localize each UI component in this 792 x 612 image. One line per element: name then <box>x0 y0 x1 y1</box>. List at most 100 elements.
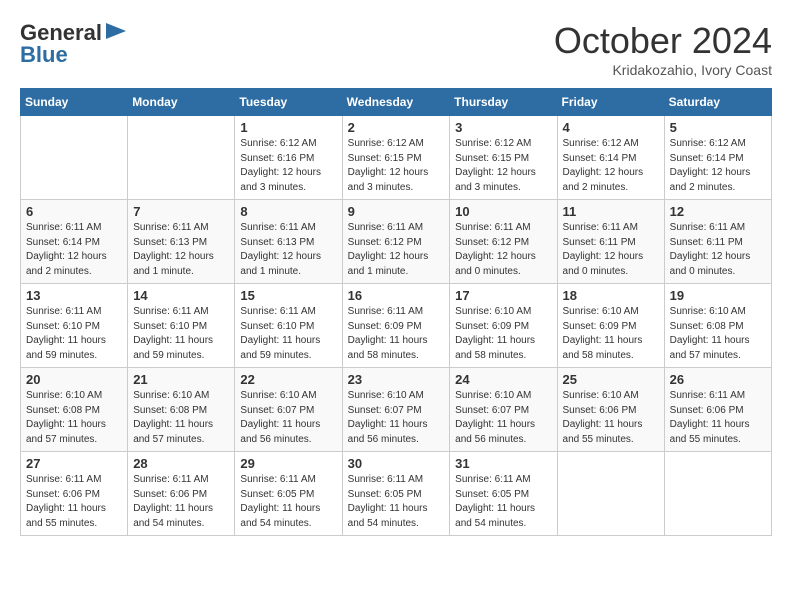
day-number: 1 <box>240 120 336 135</box>
day-info: Sunrise: 6:11 AM Sunset: 6:06 PM Dayligh… <box>670 389 766 447</box>
day-info: Sunrise: 6:10 AM Sunset: 6:08 PM Dayligh… <box>670 305 766 363</box>
day-number: 21 <box>133 372 229 387</box>
calendar-cell: 27 Sunrise: 6:11 AM Sunset: 6:06 PM Dayli… <box>21 452 128 536</box>
day-number: 5 <box>670 120 766 135</box>
day-number: 24 <box>455 372 551 387</box>
calendar-cell: 16 Sunrise: 6:11 AM Sunset: 6:09 PM Dayli… <box>342 284 450 368</box>
day-header-monday: Monday <box>128 89 235 116</box>
day-info: Sunrise: 6:11 AM Sunset: 6:10 PM Dayligh… <box>240 305 336 363</box>
calendar-cell: 8Sunrise: 6:11 AM Sunset: 6:13 PM Daylig… <box>235 200 342 284</box>
day-info: Sunrise: 6:11 AM Sunset: 6:14 PM Dayligh… <box>26 221 122 279</box>
day-info: Sunrise: 6:12 AM Sunset: 6:14 PM Dayligh… <box>563 137 659 195</box>
day-info: Sunrise: 6:11 AM Sunset: 6:06 PM Dayligh… <box>26 473 122 531</box>
location-text: Kridakozahio, Ivory Coast <box>554 62 772 78</box>
day-number: 16 <box>348 288 445 303</box>
day-number: 7 <box>133 204 229 219</box>
calendar-cell: 24 Sunrise: 6:10 AM Sunset: 6:07 PM Dayli… <box>450 368 557 452</box>
day-number: 27 <box>26 456 122 471</box>
day-header-thursday: Thursday <box>450 89 557 116</box>
day-header-sunday: Sunday <box>21 89 128 116</box>
day-info: Sunrise: 6:11 AM Sunset: 6:06 PM Dayligh… <box>133 473 229 531</box>
calendar-cell: 6 Sunrise: 6:11 AM Sunset: 6:14 PM Daylig… <box>21 200 128 284</box>
day-header-friday: Friday <box>557 89 664 116</box>
day-number: 10 <box>455 204 551 219</box>
day-number: 3 <box>455 120 551 135</box>
calendar-cell: 19 Sunrise: 6:10 AM Sunset: 6:08 PM Dayli… <box>664 284 771 368</box>
day-number: 6 <box>26 204 122 219</box>
day-info: Sunrise: 6:10 AM Sunset: 6:09 PM Dayligh… <box>563 305 659 363</box>
calendar-cell <box>128 116 235 200</box>
calendar-cell: 28 Sunrise: 6:11 AM Sunset: 6:06 PM Dayli… <box>128 452 235 536</box>
calendar-header: SundayMondayTuesdayWednesdayThursdayFrid… <box>21 89 772 116</box>
calendar-cell: 5 Sunrise: 6:12 AM Sunset: 6:14 PM Daylig… <box>664 116 771 200</box>
day-header-saturday: Saturday <box>664 89 771 116</box>
week-row-4: 20 Sunrise: 6:10 AM Sunset: 6:08 PM Dayli… <box>21 368 772 452</box>
calendar-cell: 18 Sunrise: 6:10 AM Sunset: 6:09 PM Dayli… <box>557 284 664 368</box>
day-info: Sunrise: 6:12 AM Sunset: 6:14 PM Dayligh… <box>670 137 766 195</box>
day-number: 17 <box>455 288 551 303</box>
day-info: Sunrise: 6:11 AM Sunset: 6:10 PM Dayligh… <box>133 305 229 363</box>
day-number: 28 <box>133 456 229 471</box>
calendar-cell: 29 Sunrise: 6:11 AM Sunset: 6:05 PM Dayli… <box>235 452 342 536</box>
calendar-body: 1Sunrise: 6:12 AM Sunset: 6:16 PM Daylig… <box>21 116 772 536</box>
calendar-cell: 7Sunrise: 6:11 AM Sunset: 6:13 PM Daylig… <box>128 200 235 284</box>
day-info: Sunrise: 6:11 AM Sunset: 6:05 PM Dayligh… <box>240 473 336 531</box>
calendar-cell: 13 Sunrise: 6:11 AM Sunset: 6:10 PM Dayli… <box>21 284 128 368</box>
day-number: 29 <box>240 456 336 471</box>
day-info: Sunrise: 6:11 AM Sunset: 6:10 PM Dayligh… <box>26 305 122 363</box>
calendar-cell: 10 Sunrise: 6:11 AM Sunset: 6:12 PM Dayli… <box>450 200 557 284</box>
logo: General Blue <box>20 20 126 68</box>
day-info: Sunrise: 6:10 AM Sunset: 6:07 PM Dayligh… <box>455 389 551 447</box>
day-info: Sunrise: 6:10 AM Sunset: 6:07 PM Dayligh… <box>348 389 445 447</box>
calendar-cell: 21 Sunrise: 6:10 AM Sunset: 6:08 PM Dayli… <box>128 368 235 452</box>
calendar-cell: 4 Sunrise: 6:12 AM Sunset: 6:14 PM Daylig… <box>557 116 664 200</box>
day-info: Sunrise: 6:10 AM Sunset: 6:07 PM Dayligh… <box>240 389 336 447</box>
day-number: 9 <box>348 204 445 219</box>
calendar-cell: 15 Sunrise: 6:11 AM Sunset: 6:10 PM Dayli… <box>235 284 342 368</box>
calendar-cell: 12 Sunrise: 6:11 AM Sunset: 6:11 PM Dayli… <box>664 200 771 284</box>
calendar-cell <box>664 452 771 536</box>
calendar-cell: 26Sunrise: 6:11 AM Sunset: 6:06 PM Dayli… <box>664 368 771 452</box>
calendar-cell: 25Sunrise: 6:10 AM Sunset: 6:06 PM Dayli… <box>557 368 664 452</box>
calendar-cell: 22Sunrise: 6:10 AM Sunset: 6:07 PM Dayli… <box>235 368 342 452</box>
calendar-cell <box>557 452 664 536</box>
day-info: Sunrise: 6:11 AM Sunset: 6:05 PM Dayligh… <box>348 473 445 531</box>
week-row-2: 6 Sunrise: 6:11 AM Sunset: 6:14 PM Daylig… <box>21 200 772 284</box>
day-info: Sunrise: 6:11 AM Sunset: 6:09 PM Dayligh… <box>348 305 445 363</box>
calendar-cell: 20Sunrise: 6:10 AM Sunset: 6:08 PM Dayli… <box>21 368 128 452</box>
day-number: 19 <box>670 288 766 303</box>
day-number: 30 <box>348 456 445 471</box>
day-number: 25 <box>563 372 659 387</box>
calendar-cell: 30 Sunrise: 6:11 AM Sunset: 6:05 PM Dayli… <box>342 452 450 536</box>
day-number: 2 <box>348 120 445 135</box>
week-row-1: 1Sunrise: 6:12 AM Sunset: 6:16 PM Daylig… <box>21 116 772 200</box>
day-number: 20 <box>26 372 122 387</box>
day-header-wednesday: Wednesday <box>342 89 450 116</box>
day-number: 15 <box>240 288 336 303</box>
day-header-tuesday: Tuesday <box>235 89 342 116</box>
month-title: October 2024 <box>554 20 772 62</box>
week-row-5: 27 Sunrise: 6:11 AM Sunset: 6:06 PM Dayli… <box>21 452 772 536</box>
calendar-cell: 17Sunrise: 6:10 AM Sunset: 6:09 PM Dayli… <box>450 284 557 368</box>
calendar-cell: 3 Sunrise: 6:12 AM Sunset: 6:15 PM Daylig… <box>450 116 557 200</box>
header-row: SundayMondayTuesdayWednesdayThursdayFrid… <box>21 89 772 116</box>
logo-blue-text: Blue <box>20 42 68 68</box>
day-info: Sunrise: 6:11 AM Sunset: 6:11 PM Dayligh… <box>563 221 659 279</box>
day-number: 23 <box>348 372 445 387</box>
page-header: General Blue October 2024 Kridakozahio, … <box>20 20 772 78</box>
calendar-table: SundayMondayTuesdayWednesdayThursdayFrid… <box>20 88 772 536</box>
calendar-cell: 23 Sunrise: 6:10 AM Sunset: 6:07 PM Dayli… <box>342 368 450 452</box>
day-info: Sunrise: 6:11 AM Sunset: 6:05 PM Dayligh… <box>455 473 551 531</box>
day-info: Sunrise: 6:12 AM Sunset: 6:15 PM Dayligh… <box>455 137 551 195</box>
week-row-3: 13 Sunrise: 6:11 AM Sunset: 6:10 PM Dayli… <box>21 284 772 368</box>
day-number: 8 <box>240 204 336 219</box>
day-info: Sunrise: 6:11 AM Sunset: 6:11 PM Dayligh… <box>670 221 766 279</box>
day-number: 31 <box>455 456 551 471</box>
day-info: Sunrise: 6:11 AM Sunset: 6:12 PM Dayligh… <box>455 221 551 279</box>
day-number: 18 <box>563 288 659 303</box>
day-number: 4 <box>563 120 659 135</box>
title-block: October 2024 Kridakozahio, Ivory Coast <box>554 20 772 78</box>
day-number: 13 <box>26 288 122 303</box>
day-number: 12 <box>670 204 766 219</box>
day-info: Sunrise: 6:10 AM Sunset: 6:08 PM Dayligh… <box>133 389 229 447</box>
